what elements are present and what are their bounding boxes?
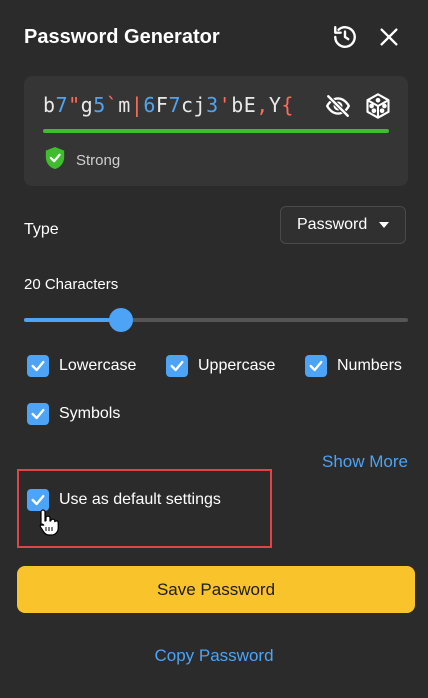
password-char-letter: cj (181, 93, 207, 117)
dice-icon[interactable] (364, 92, 392, 120)
password-char-sym: " (68, 93, 81, 117)
close-icon[interactable] (374, 22, 404, 52)
password-char-digit: 5 (93, 93, 106, 117)
length-slider[interactable] (24, 308, 408, 332)
password-char-digit: 7 (168, 93, 182, 117)
show-more-link[interactable]: Show More (322, 452, 408, 472)
slider-thumb[interactable] (109, 308, 133, 332)
password-char-digit: 6 (143, 93, 156, 117)
lowercase-checkbox[interactable]: Lowercase (27, 355, 136, 377)
checkbox-checked-icon (166, 355, 188, 377)
checkbox-checked-icon (27, 403, 49, 425)
lowercase-label: Lowercase (59, 357, 137, 374)
uppercase-label: Uppercase (198, 357, 276, 374)
strength-label: Strong (76, 151, 121, 169)
slider-fill (24, 318, 121, 322)
type-selected-value: Password (297, 216, 368, 233)
numbers-label: Numbers (337, 357, 402, 374)
history-icon[interactable] (330, 22, 360, 52)
page-title: Password Generator (24, 26, 220, 48)
password-char-letter: b (43, 93, 56, 117)
password-char-sym: | (130, 93, 144, 117)
shield-check-icon (44, 146, 66, 174)
strength-indicator: Strong (44, 146, 120, 174)
password-char-letter: m (118, 93, 131, 117)
password-char-sym: ` (105, 93, 119, 117)
password-char-letter: bE (231, 93, 257, 117)
password-char-digit: 7 (55, 93, 69, 117)
password-char-digit: 3 (206, 93, 219, 117)
type-label: Type (24, 221, 59, 238)
checkbox-checked-icon (27, 355, 49, 377)
generated-password[interactable]: b7"g5`m|6F7cj3'bE,Y{ (43, 93, 294, 117)
copy-password-link[interactable]: Copy Password (0, 646, 428, 666)
checkbox-checked-icon (305, 355, 327, 377)
password-display: b7"g5`m|6F7cj3'bE,Y{Strong (24, 76, 408, 186)
password-char-letter: g (80, 93, 94, 117)
uppercase-checkbox[interactable]: Uppercase (166, 355, 275, 377)
header: Password Generator (24, 22, 408, 52)
password-char-letter: F (155, 93, 169, 117)
numbers-checkbox[interactable]: Numbers (305, 355, 402, 377)
strength-bar (43, 129, 389, 133)
length-label: 20 Characters (24, 276, 119, 293)
symbols-label: Symbols (59, 405, 121, 422)
hand-pointer-icon (37, 508, 59, 536)
type-select[interactable]: Password (280, 206, 406, 244)
default-settings-label: Use as default settings (59, 491, 221, 508)
password-char-sym: ' (218, 93, 232, 117)
password-char-sym: { (281, 93, 294, 117)
save-password-button[interactable]: Save Password (17, 566, 415, 613)
password-char-letter: Y (268, 93, 282, 117)
caret-down-icon (379, 222, 389, 228)
symbols-checkbox[interactable]: Symbols (27, 403, 120, 425)
hide-password-icon[interactable] (324, 92, 352, 120)
password-char-sym: , (256, 93, 269, 117)
